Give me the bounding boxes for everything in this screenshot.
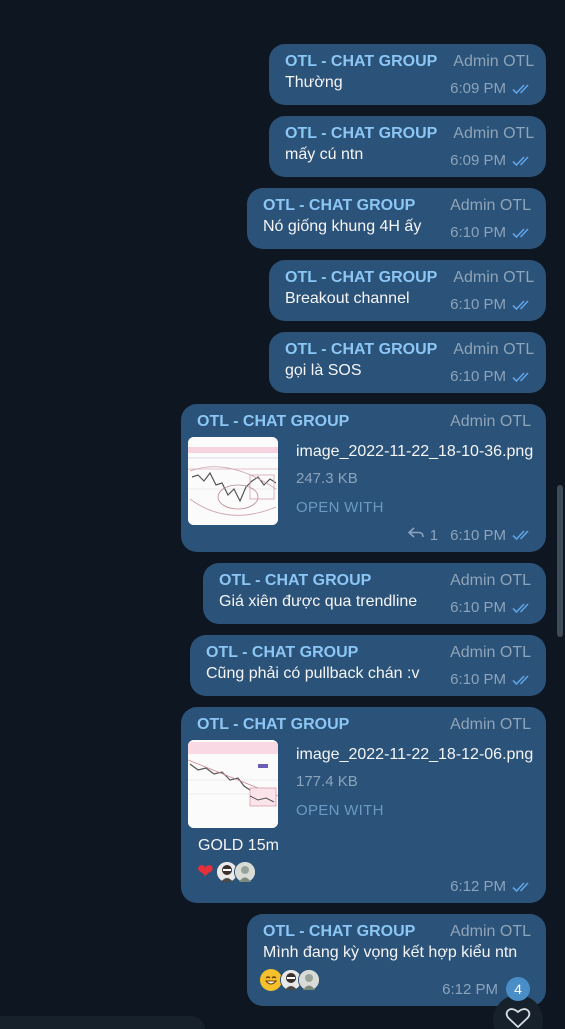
reply-count[interactable]: 1 bbox=[430, 527, 438, 544]
message-time: 6:10 PM bbox=[450, 224, 506, 241]
grin-emoji-icon[interactable] bbox=[260, 969, 282, 991]
message-text: Mình đang kỳ vọng kết hợp kiểu ntn bbox=[263, 944, 518, 961]
message-meta: 6:12 PM bbox=[442, 981, 498, 998]
sender-name[interactable]: OTL - CHAT GROUP bbox=[219, 572, 371, 590]
sender-name[interactable]: OTL - CHAT GROUP bbox=[285, 269, 437, 287]
double-check-icon bbox=[512, 83, 534, 95]
message-meta: 6:10 PM bbox=[450, 671, 534, 688]
file-message-bubble[interactable]: OTL - CHAT GROUP Admin OTL image_2022-11… bbox=[181, 404, 546, 552]
message-meta: 6:10 PM bbox=[450, 296, 534, 313]
sender-name[interactable]: OTL - CHAT GROUP bbox=[263, 197, 415, 215]
sender-name[interactable]: OTL - CHAT GROUP bbox=[285, 53, 437, 71]
author-signature: Admin OTL bbox=[453, 269, 535, 286]
double-check-icon bbox=[512, 881, 534, 893]
message-meta: 6:10 PM bbox=[450, 224, 534, 241]
message-time: 6:09 PM bbox=[450, 152, 506, 169]
message-time: 6:10 PM bbox=[450, 526, 506, 544]
file-size: 177.4 KB bbox=[296, 773, 358, 790]
sender-name[interactable]: OTL - CHAT GROUP bbox=[285, 125, 437, 143]
message-time: 6:10 PM bbox=[450, 368, 506, 385]
message-meta: 6:10 PM bbox=[450, 599, 534, 616]
message-time: 6:10 PM bbox=[450, 296, 506, 313]
message-bubble[interactable]: OTL - CHAT GROUP Admin OTL Nó giống khun… bbox=[247, 188, 546, 249]
double-check-icon bbox=[512, 155, 534, 167]
image-thumbnail[interactable] bbox=[188, 740, 278, 828]
author-signature: Admin OTL bbox=[453, 53, 535, 70]
message-time: 6:09 PM bbox=[450, 80, 506, 97]
message-bubble[interactable]: OTL - CHAT GROUP Admin OTL Thường 6:09 P… bbox=[269, 44, 546, 105]
double-check-icon bbox=[512, 529, 534, 541]
message-bubble[interactable]: OTL - CHAT GROUP Admin OTL mấy cú ntn 6:… bbox=[269, 116, 546, 177]
file-size: 247.3 KB bbox=[296, 470, 358, 487]
message-time: 6:10 PM bbox=[450, 671, 506, 688]
double-check-icon bbox=[512, 674, 534, 686]
message-meta: 1 6:10 PM bbox=[407, 526, 534, 544]
heart-outline-icon bbox=[505, 1007, 531, 1029]
open-with-link[interactable]: OPEN WITH bbox=[296, 802, 533, 819]
file-message-bubble[interactable]: OTL - CHAT GROUP Admin OTL image_2022-11… bbox=[181, 707, 546, 903]
author-signature: Admin OTL bbox=[450, 716, 531, 733]
message-meta: 6:12 PM bbox=[450, 878, 534, 895]
sender-name[interactable]: OTL - CHAT GROUP bbox=[263, 923, 415, 941]
heart-icon[interactable]: ❤ bbox=[197, 862, 214, 882]
author-signature: Admin OTL bbox=[450, 413, 531, 430]
scrollbar-thumb[interactable] bbox=[557, 485, 563, 637]
open-with-link[interactable]: OPEN WITH bbox=[296, 499, 533, 516]
message-time: 6:10 PM bbox=[450, 599, 506, 616]
sender-name[interactable]: OTL - CHAT GROUP bbox=[197, 413, 349, 431]
user-avatar[interactable] bbox=[233, 861, 256, 883]
message-bubble[interactable]: OTL - CHAT GROUP Admin OTL Breakout chan… bbox=[269, 260, 546, 321]
double-check-icon bbox=[512, 371, 534, 383]
author-signature: Admin OTL bbox=[450, 197, 531, 214]
message-meta: 6:09 PM bbox=[450, 80, 534, 97]
double-check-icon bbox=[512, 227, 534, 239]
image-thumbnail[interactable] bbox=[188, 437, 278, 525]
message-meta: 6:09 PM bbox=[450, 152, 534, 169]
author-signature: Admin OTL bbox=[450, 644, 531, 661]
scrollbar-track[interactable] bbox=[555, 0, 565, 1029]
file-name[interactable]: image_2022-11-22_18-10-36.png bbox=[296, 443, 533, 461]
file-name[interactable]: image_2022-11-22_18-12-06.png bbox=[296, 746, 533, 764]
message-bubble[interactable]: OTL - CHAT GROUP Admin OTL Mình đang kỳ … bbox=[247, 914, 546, 1006]
message-bubble[interactable]: OTL - CHAT GROUP Admin OTL Cũng phải có … bbox=[190, 635, 546, 696]
author-signature: Admin OTL bbox=[450, 572, 531, 589]
message-bubble[interactable]: OTL - CHAT GROUP Admin OTL gọi là SOS 6:… bbox=[269, 332, 546, 393]
author-signature: Admin OTL bbox=[450, 923, 531, 940]
author-signature: Admin OTL bbox=[453, 125, 535, 142]
author-signature: Admin OTL bbox=[453, 341, 535, 358]
double-check-icon bbox=[512, 602, 534, 614]
sender-name[interactable]: OTL - CHAT GROUP bbox=[285, 341, 437, 359]
message-meta: 6:10 PM bbox=[450, 368, 534, 385]
reply-arrow-icon[interactable] bbox=[407, 526, 424, 544]
sender-name[interactable]: OTL - CHAT GROUP bbox=[197, 716, 349, 734]
message-bubble[interactable]: OTL - CHAT GROUP Admin OTL Giá xiên được… bbox=[203, 563, 546, 624]
message-time: 6:12 PM bbox=[450, 878, 506, 895]
unread-count-badge[interactable]: 4 bbox=[506, 977, 530, 1001]
double-check-icon bbox=[512, 299, 534, 311]
composer-edge bbox=[0, 1016, 205, 1029]
message-time: 6:12 PM bbox=[442, 981, 498, 998]
user-avatar[interactable] bbox=[298, 969, 320, 991]
message-caption: GOLD 15m bbox=[198, 837, 279, 854]
sender-name[interactable]: OTL - CHAT GROUP bbox=[206, 644, 358, 662]
